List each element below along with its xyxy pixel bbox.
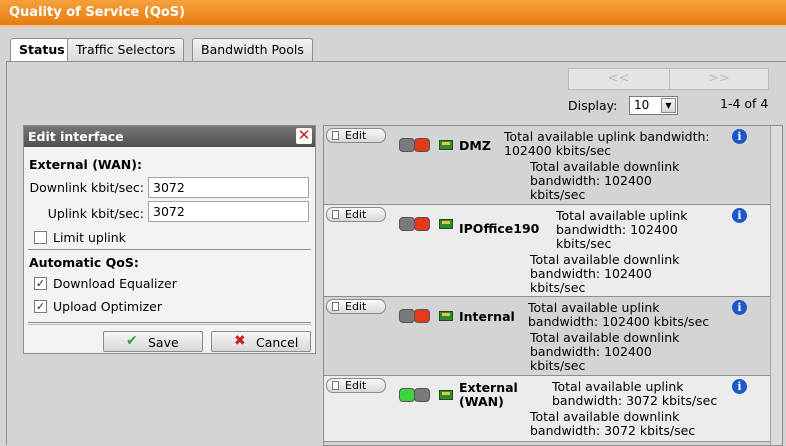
uplink-bandwidth: Total available uplink bandwidth: 3072 kb…	[552, 379, 718, 408]
window-title: Quality of Service (QoS)	[9, 5, 186, 20]
cross-icon: ✖	[234, 333, 246, 349]
panel-slider[interactable]	[28, 322, 311, 325]
downlink-label: Downlink kbit/sec:	[29, 180, 144, 195]
page-icon	[332, 131, 339, 140]
tab-status[interactable]: Status	[10, 38, 74, 63]
cancel-label: Cancel	[256, 335, 299, 350]
edit-label: Edit	[345, 129, 367, 142]
info-icon[interactable]: i	[732, 300, 747, 315]
save-label: Save	[148, 335, 179, 350]
panel-header: Edit interface ✕	[24, 126, 315, 147]
display-count-select[interactable]: 10 ▼	[629, 96, 678, 115]
pager: << >>	[568, 68, 769, 90]
info-icon[interactable]: i	[732, 208, 747, 223]
uplink-bandwidth: Total available uplink bandwidth: 102400 k…	[556, 208, 688, 251]
downlink-bandwidth: Total available downlink bandwidth: 3072 …	[530, 409, 696, 438]
list-scrollbar[interactable]	[770, 126, 782, 445]
download-equalizer-label: Download Equalizer	[53, 276, 177, 291]
network-card-icon	[439, 140, 453, 150]
page-range: 1-4 of 4	[720, 96, 769, 111]
interface-list: Edit DMZ Total available uplink bandwidt…	[323, 125, 783, 446]
page-icon	[332, 302, 339, 311]
edit-label: Edit	[345, 300, 367, 313]
limit-uplink-label: Limit uplink	[53, 230, 126, 245]
edit-label: Edit	[345, 208, 367, 221]
cancel-button[interactable]: ✖ Cancel	[211, 331, 311, 352]
edit-label: Edit	[345, 379, 367, 392]
save-button[interactable]: ✔ Save	[103, 331, 203, 352]
status-led-icon	[414, 217, 430, 231]
interface-row: Edit External (WAN) Total available uplin…	[324, 376, 770, 442]
page-icon	[332, 210, 339, 219]
interface-row: Edit IPOffice190 Total available uplink b…	[324, 205, 770, 297]
automatic-qos-label: Automatic QoS:	[29, 255, 139, 270]
info-icon[interactable]: i	[732, 129, 747, 144]
network-card-icon	[439, 311, 453, 321]
chevron-down-icon[interactable]: ▼	[661, 98, 676, 113]
edit-button[interactable]: Edit	[326, 299, 386, 314]
status-led-icon	[414, 309, 430, 323]
downlink-bandwidth: Total available downlink bandwidth: 10240…	[530, 252, 680, 295]
interface-name: DMZ	[459, 138, 491, 153]
interface-name: IPOffice190	[459, 221, 540, 236]
limit-uplink-checkbox[interactable]	[34, 231, 47, 244]
status-led-icon	[414, 388, 430, 402]
display-label: Display:	[568, 98, 618, 113]
interface-row: Edit Internal Total available uplink band…	[324, 297, 770, 376]
downlink-bandwidth: Total available downlink bandwidth: 10240…	[530, 330, 680, 373]
uplink-input[interactable]: 3072	[148, 201, 309, 222]
uplink-bandwidth: Total available uplink bandwidth: 102400 …	[528, 300, 710, 329]
display-count-value: 10	[634, 98, 650, 112]
next-page-button[interactable]: >>	[669, 69, 768, 89]
window-title-bar: Quality of Service (QoS)	[0, 0, 786, 27]
network-card-icon	[439, 390, 453, 400]
edit-button[interactable]: Edit	[326, 378, 386, 393]
info-icon[interactable]: i	[732, 379, 747, 394]
close-icon[interactable]: ✕	[296, 128, 312, 144]
upload-optimizer-checkbox[interactable]: ✓	[34, 300, 47, 313]
downlink-input[interactable]: 3072	[148, 177, 309, 198]
uplink-label: Uplink kbit/sec:	[47, 206, 144, 221]
status-led-icon	[399, 138, 415, 152]
interface-name: External (WAN)	[459, 380, 518, 409]
status-led-icon	[399, 309, 415, 323]
tab-content: << >> Display: 10 ▼ 1-4 of 4 Edit interf…	[6, 61, 786, 446]
checkmark-icon: ✔	[126, 333, 138, 349]
downlink-bandwidth: Total available downlink bandwidth: 10240…	[530, 159, 680, 202]
interface-name: Internal	[459, 309, 515, 324]
network-card-icon	[439, 219, 453, 229]
upload-optimizer-label: Upload Optimizer	[53, 299, 162, 314]
uplink-bandwidth: Total available uplink bandwidth: 102400 …	[504, 129, 710, 158]
status-led-icon	[414, 138, 430, 152]
prev-page-button[interactable]: <<	[569, 69, 668, 89]
edit-button[interactable]: Edit	[326, 128, 386, 143]
tab-traffic-selectors[interactable]: Traffic Selectors	[67, 38, 185, 61]
interface-name: External (WAN):	[29, 157, 142, 172]
interface-row: Edit DMZ Total available uplink bandwidt…	[324, 126, 770, 205]
status-led-icon	[399, 217, 415, 231]
edit-interface-panel: Edit interface ✕ External (WAN): Downlin…	[23, 125, 316, 354]
page-icon	[332, 381, 339, 390]
tab-bandwidth-pools[interactable]: Bandwidth Pools	[192, 38, 313, 61]
edit-button[interactable]: Edit	[326, 207, 386, 222]
panel-title: Edit interface	[28, 129, 124, 144]
divider	[28, 249, 311, 250]
status-led-icon	[399, 388, 415, 402]
download-equalizer-checkbox[interactable]: ✓	[34, 277, 47, 290]
